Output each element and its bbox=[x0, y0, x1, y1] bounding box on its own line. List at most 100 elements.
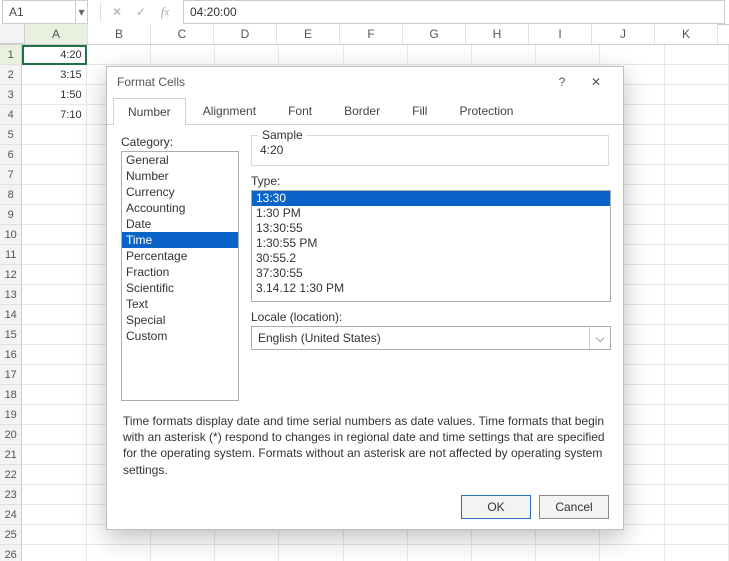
row-header[interactable]: 1 bbox=[0, 45, 22, 65]
cell[interactable] bbox=[215, 45, 279, 65]
cell[interactable] bbox=[22, 545, 86, 561]
cell[interactable] bbox=[22, 285, 86, 305]
cell[interactable] bbox=[665, 225, 729, 245]
cell[interactable] bbox=[22, 525, 86, 545]
name-box[interactable]: ▾ bbox=[2, 0, 88, 24]
cell[interactable]: 7:10 bbox=[22, 105, 86, 125]
row-header[interactable]: 23 bbox=[0, 485, 22, 505]
cell[interactable] bbox=[665, 485, 729, 505]
cell[interactable] bbox=[22, 225, 86, 245]
row-header[interactable]: 9 bbox=[0, 205, 22, 225]
cell[interactable] bbox=[665, 385, 729, 405]
category-item[interactable]: Time bbox=[122, 232, 238, 248]
cell[interactable] bbox=[87, 45, 151, 65]
cell[interactable] bbox=[22, 245, 86, 265]
row-header[interactable]: 10 bbox=[0, 225, 22, 245]
category-item[interactable]: Currency bbox=[122, 184, 238, 200]
fx-icon[interactable]: fx bbox=[153, 1, 177, 23]
cell[interactable] bbox=[665, 125, 729, 145]
close-icon[interactable]: ✕ bbox=[579, 67, 613, 97]
column-header[interactable]: K bbox=[655, 24, 718, 44]
cancel-button[interactable]: Cancel bbox=[539, 495, 609, 519]
row-header[interactable]: 2 bbox=[0, 65, 22, 85]
cell[interactable] bbox=[22, 405, 86, 425]
locale-select[interactable]: English (United States) ⌵ bbox=[251, 326, 611, 350]
tab-number[interactable]: Number bbox=[113, 98, 186, 125]
category-item[interactable]: Text bbox=[122, 296, 238, 312]
cell[interactable] bbox=[22, 125, 86, 145]
type-item[interactable]: 13:30:55 bbox=[252, 221, 610, 236]
cell[interactable] bbox=[665, 525, 729, 545]
cell[interactable] bbox=[151, 45, 215, 65]
cell[interactable] bbox=[665, 205, 729, 225]
help-icon[interactable]: ? bbox=[545, 67, 579, 97]
row-header[interactable]: 16 bbox=[0, 345, 22, 365]
row-header[interactable]: 25 bbox=[0, 525, 22, 545]
cell[interactable] bbox=[665, 425, 729, 445]
cell[interactable] bbox=[408, 45, 472, 65]
cell[interactable] bbox=[22, 385, 86, 405]
cell[interactable] bbox=[665, 365, 729, 385]
tab-alignment[interactable]: Alignment bbox=[188, 97, 271, 124]
row-header[interactable]: 7 bbox=[0, 165, 22, 185]
cell[interactable] bbox=[22, 505, 86, 525]
type-item[interactable]: 3.14.12 1:30 PM bbox=[252, 281, 610, 296]
cell[interactable] bbox=[665, 85, 729, 105]
cell[interactable] bbox=[665, 325, 729, 345]
cell[interactable] bbox=[215, 545, 279, 561]
cell[interactable] bbox=[665, 185, 729, 205]
column-header[interactable]: B bbox=[88, 24, 151, 44]
cell[interactable] bbox=[279, 545, 343, 561]
cell[interactable] bbox=[22, 345, 86, 365]
column-header[interactable]: C bbox=[151, 24, 214, 44]
cell[interactable] bbox=[665, 105, 729, 125]
cell[interactable] bbox=[472, 545, 536, 561]
row-header[interactable]: 11 bbox=[0, 245, 22, 265]
column-header[interactable]: E bbox=[277, 24, 340, 44]
column-header[interactable]: A bbox=[25, 24, 88, 44]
name-box-dropdown-icon[interactable]: ▾ bbox=[75, 1, 87, 23]
row-header[interactable]: 14 bbox=[0, 305, 22, 325]
cell[interactable] bbox=[344, 545, 408, 561]
cell[interactable] bbox=[22, 305, 86, 325]
category-item[interactable]: Custom bbox=[122, 328, 238, 344]
cell[interactable] bbox=[22, 465, 86, 485]
cell[interactable]: 1:50 bbox=[22, 85, 86, 105]
tab-border[interactable]: Border bbox=[329, 97, 395, 124]
row-header[interactable]: 3 bbox=[0, 85, 22, 105]
cell[interactable] bbox=[22, 325, 86, 345]
cell[interactable] bbox=[600, 545, 664, 561]
chevron-down-icon[interactable]: ⌵ bbox=[589, 327, 610, 349]
cell[interactable] bbox=[665, 405, 729, 425]
row-header[interactable]: 24 bbox=[0, 505, 22, 525]
type-item[interactable]: 13:30 bbox=[252, 191, 610, 206]
row-header[interactable]: 26 bbox=[0, 545, 22, 561]
cell[interactable] bbox=[665, 145, 729, 165]
cell[interactable] bbox=[22, 145, 86, 165]
category-item[interactable]: Number bbox=[122, 168, 238, 184]
row-header[interactable]: 13 bbox=[0, 285, 22, 305]
cell[interactable] bbox=[665, 45, 729, 65]
cell[interactable] bbox=[408, 545, 472, 561]
type-item[interactable]: 1:30 PM bbox=[252, 206, 610, 221]
category-item[interactable]: Special bbox=[122, 312, 238, 328]
column-header[interactable]: F bbox=[340, 24, 403, 44]
cell[interactable] bbox=[665, 545, 729, 561]
category-item[interactable]: General bbox=[122, 152, 238, 168]
row-header[interactable]: 17 bbox=[0, 365, 22, 385]
cancel-formula-icon[interactable]: ✕ bbox=[105, 1, 129, 23]
row-header[interactable]: 18 bbox=[0, 385, 22, 405]
select-all-corner[interactable] bbox=[0, 24, 25, 44]
ok-button[interactable]: OK bbox=[461, 495, 531, 519]
row-header[interactable]: 5 bbox=[0, 125, 22, 145]
cell[interactable] bbox=[665, 445, 729, 465]
type-item[interactable]: 37:30:55 bbox=[252, 266, 610, 281]
cell[interactable] bbox=[344, 45, 408, 65]
column-header[interactable]: H bbox=[466, 24, 529, 44]
cell[interactable] bbox=[665, 285, 729, 305]
cell[interactable] bbox=[22, 445, 86, 465]
cell[interactable] bbox=[22, 265, 86, 285]
tab-fill[interactable]: Fill bbox=[397, 97, 442, 124]
column-header[interactable]: J bbox=[592, 24, 655, 44]
row-header[interactable]: 6 bbox=[0, 145, 22, 165]
